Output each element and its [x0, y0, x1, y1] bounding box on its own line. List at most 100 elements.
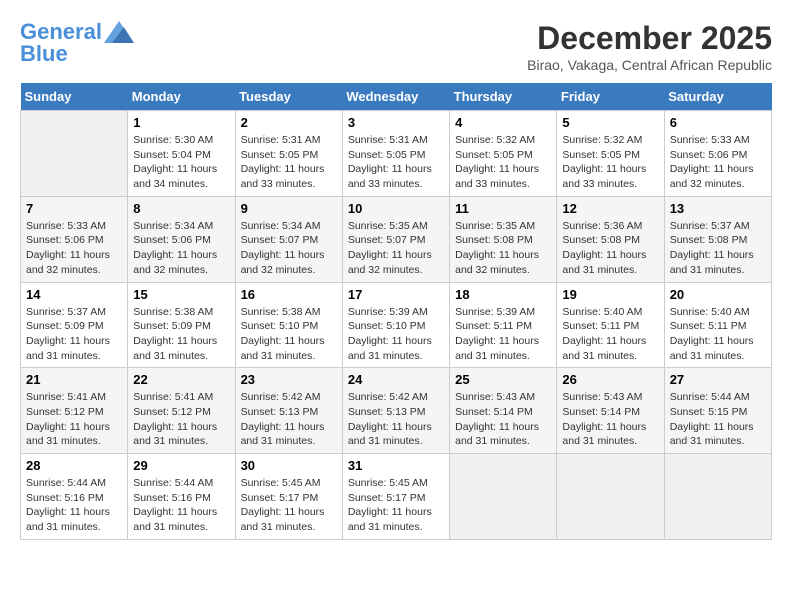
sunset-text: Sunset: 5:17 PM: [241, 492, 319, 504]
daylight-text: Daylight: 11 hours and 33 minutes.: [241, 163, 325, 190]
calendar-cell: [450, 454, 557, 540]
day-info: Sunrise: 5:38 AM Sunset: 5:10 PM Dayligh…: [241, 305, 337, 364]
sunrise-text: Sunrise: 5:34 AM: [241, 220, 321, 232]
daylight-text: Daylight: 11 hours and 31 minutes.: [133, 421, 217, 448]
calendar-cell: 7 Sunrise: 5:33 AM Sunset: 5:06 PM Dayli…: [21, 196, 128, 282]
calendar-cell: 23 Sunrise: 5:42 AM Sunset: 5:13 PM Dayl…: [235, 368, 342, 454]
day-number: 20: [670, 287, 766, 302]
sunset-text: Sunset: 5:05 PM: [562, 149, 640, 161]
sunrise-text: Sunrise: 5:38 AM: [241, 306, 321, 318]
daylight-text: Daylight: 11 hours and 31 minutes.: [133, 335, 217, 362]
calendar-week-row: 28 Sunrise: 5:44 AM Sunset: 5:16 PM Dayl…: [21, 454, 772, 540]
calendar-cell: 6 Sunrise: 5:33 AM Sunset: 5:06 PM Dayli…: [664, 111, 771, 197]
calendar-cell: 26 Sunrise: 5:43 AM Sunset: 5:14 PM Dayl…: [557, 368, 664, 454]
daylight-text: Daylight: 11 hours and 32 minutes.: [455, 249, 539, 276]
sunset-text: Sunset: 5:05 PM: [348, 149, 426, 161]
day-number: 22: [133, 372, 229, 387]
sunset-text: Sunset: 5:08 PM: [562, 234, 640, 246]
day-info: Sunrise: 5:38 AM Sunset: 5:09 PM Dayligh…: [133, 305, 229, 364]
calendar-table: SundayMondayTuesdayWednesdayThursdayFrid…: [20, 83, 772, 540]
sunset-text: Sunset: 5:13 PM: [241, 406, 319, 418]
daylight-text: Daylight: 11 hours and 31 minutes.: [562, 335, 646, 362]
col-header-tuesday: Tuesday: [235, 83, 342, 111]
day-info: Sunrise: 5:34 AM Sunset: 5:07 PM Dayligh…: [241, 219, 337, 278]
day-number: 14: [26, 287, 122, 302]
sunset-text: Sunset: 5:11 PM: [670, 320, 747, 332]
calendar-cell: 2 Sunrise: 5:31 AM Sunset: 5:05 PM Dayli…: [235, 111, 342, 197]
calendar-cell: [21, 111, 128, 197]
day-info: Sunrise: 5:36 AM Sunset: 5:08 PM Dayligh…: [562, 219, 658, 278]
day-number: 8: [133, 201, 229, 216]
sunrise-text: Sunrise: 5:44 AM: [670, 391, 750, 403]
day-info: Sunrise: 5:42 AM Sunset: 5:13 PM Dayligh…: [348, 390, 444, 449]
sunset-text: Sunset: 5:07 PM: [348, 234, 426, 246]
page-header: General Blue December 2025 Birao, Vakaga…: [20, 20, 772, 73]
calendar-cell: 4 Sunrise: 5:32 AM Sunset: 5:05 PM Dayli…: [450, 111, 557, 197]
day-number: 27: [670, 372, 766, 387]
day-info: Sunrise: 5:44 AM Sunset: 5:16 PM Dayligh…: [133, 476, 229, 535]
calendar-week-row: 21 Sunrise: 5:41 AM Sunset: 5:12 PM Dayl…: [21, 368, 772, 454]
daylight-text: Daylight: 11 hours and 31 minutes.: [241, 506, 325, 533]
sunset-text: Sunset: 5:06 PM: [26, 234, 104, 246]
sunrise-text: Sunrise: 5:44 AM: [26, 477, 106, 489]
col-header-monday: Monday: [128, 83, 235, 111]
day-number: 21: [26, 372, 122, 387]
sunrise-text: Sunrise: 5:39 AM: [455, 306, 535, 318]
sunset-text: Sunset: 5:09 PM: [133, 320, 211, 332]
col-header-sunday: Sunday: [21, 83, 128, 111]
calendar-cell: 25 Sunrise: 5:43 AM Sunset: 5:14 PM Dayl…: [450, 368, 557, 454]
calendar-cell: [557, 454, 664, 540]
sunset-text: Sunset: 5:12 PM: [133, 406, 211, 418]
sunrise-text: Sunrise: 5:31 AM: [241, 134, 321, 146]
daylight-text: Daylight: 11 hours and 31 minutes.: [455, 335, 539, 362]
col-header-friday: Friday: [557, 83, 664, 111]
daylight-text: Daylight: 11 hours and 31 minutes.: [348, 335, 432, 362]
day-number: 4: [455, 115, 551, 130]
sunrise-text: Sunrise: 5:45 AM: [348, 477, 428, 489]
calendar-header-row: SundayMondayTuesdayWednesdayThursdayFrid…: [21, 83, 772, 111]
sunset-text: Sunset: 5:06 PM: [133, 234, 211, 246]
sunrise-text: Sunrise: 5:38 AM: [133, 306, 213, 318]
day-info: Sunrise: 5:40 AM Sunset: 5:11 PM Dayligh…: [670, 305, 766, 364]
calendar-cell: 15 Sunrise: 5:38 AM Sunset: 5:09 PM Dayl…: [128, 282, 235, 368]
calendar-cell: 28 Sunrise: 5:44 AM Sunset: 5:16 PM Dayl…: [21, 454, 128, 540]
day-number: 10: [348, 201, 444, 216]
sunrise-text: Sunrise: 5:40 AM: [562, 306, 642, 318]
sunrise-text: Sunrise: 5:37 AM: [670, 220, 750, 232]
day-info: Sunrise: 5:45 AM Sunset: 5:17 PM Dayligh…: [348, 476, 444, 535]
sunrise-text: Sunrise: 5:44 AM: [133, 477, 213, 489]
calendar-cell: 31 Sunrise: 5:45 AM Sunset: 5:17 PM Dayl…: [342, 454, 449, 540]
calendar-cell: 8 Sunrise: 5:34 AM Sunset: 5:06 PM Dayli…: [128, 196, 235, 282]
daylight-text: Daylight: 11 hours and 32 minutes.: [348, 249, 432, 276]
day-number: 26: [562, 372, 658, 387]
calendar-cell: 22 Sunrise: 5:41 AM Sunset: 5:12 PM Dayl…: [128, 368, 235, 454]
calendar-cell: [664, 454, 771, 540]
day-number: 1: [133, 115, 229, 130]
calendar-cell: 14 Sunrise: 5:37 AM Sunset: 5:09 PM Dayl…: [21, 282, 128, 368]
sunrise-text: Sunrise: 5:35 AM: [455, 220, 535, 232]
title-block: December 2025 Birao, Vakaga, Central Afr…: [527, 20, 772, 73]
sunset-text: Sunset: 5:10 PM: [348, 320, 426, 332]
day-info: Sunrise: 5:43 AM Sunset: 5:14 PM Dayligh…: [455, 390, 551, 449]
daylight-text: Daylight: 11 hours and 32 minutes.: [133, 249, 217, 276]
day-info: Sunrise: 5:34 AM Sunset: 5:06 PM Dayligh…: [133, 219, 229, 278]
day-number: 12: [562, 201, 658, 216]
sunrise-text: Sunrise: 5:41 AM: [133, 391, 213, 403]
logo-icon: [104, 21, 134, 43]
day-info: Sunrise: 5:35 AM Sunset: 5:07 PM Dayligh…: [348, 219, 444, 278]
daylight-text: Daylight: 11 hours and 31 minutes.: [348, 421, 432, 448]
sunrise-text: Sunrise: 5:32 AM: [562, 134, 642, 146]
sunrise-text: Sunrise: 5:45 AM: [241, 477, 321, 489]
day-number: 30: [241, 458, 337, 473]
calendar-cell: 19 Sunrise: 5:40 AM Sunset: 5:11 PM Dayl…: [557, 282, 664, 368]
day-info: Sunrise: 5:44 AM Sunset: 5:16 PM Dayligh…: [26, 476, 122, 535]
calendar-cell: 29 Sunrise: 5:44 AM Sunset: 5:16 PM Dayl…: [128, 454, 235, 540]
calendar-cell: 30 Sunrise: 5:45 AM Sunset: 5:17 PM Dayl…: [235, 454, 342, 540]
daylight-text: Daylight: 11 hours and 31 minutes.: [26, 335, 110, 362]
day-info: Sunrise: 5:35 AM Sunset: 5:08 PM Dayligh…: [455, 219, 551, 278]
day-number: 6: [670, 115, 766, 130]
sunset-text: Sunset: 5:07 PM: [241, 234, 319, 246]
calendar-week-row: 7 Sunrise: 5:33 AM Sunset: 5:06 PM Dayli…: [21, 196, 772, 282]
sunset-text: Sunset: 5:15 PM: [670, 406, 748, 418]
sunrise-text: Sunrise: 5:33 AM: [670, 134, 750, 146]
